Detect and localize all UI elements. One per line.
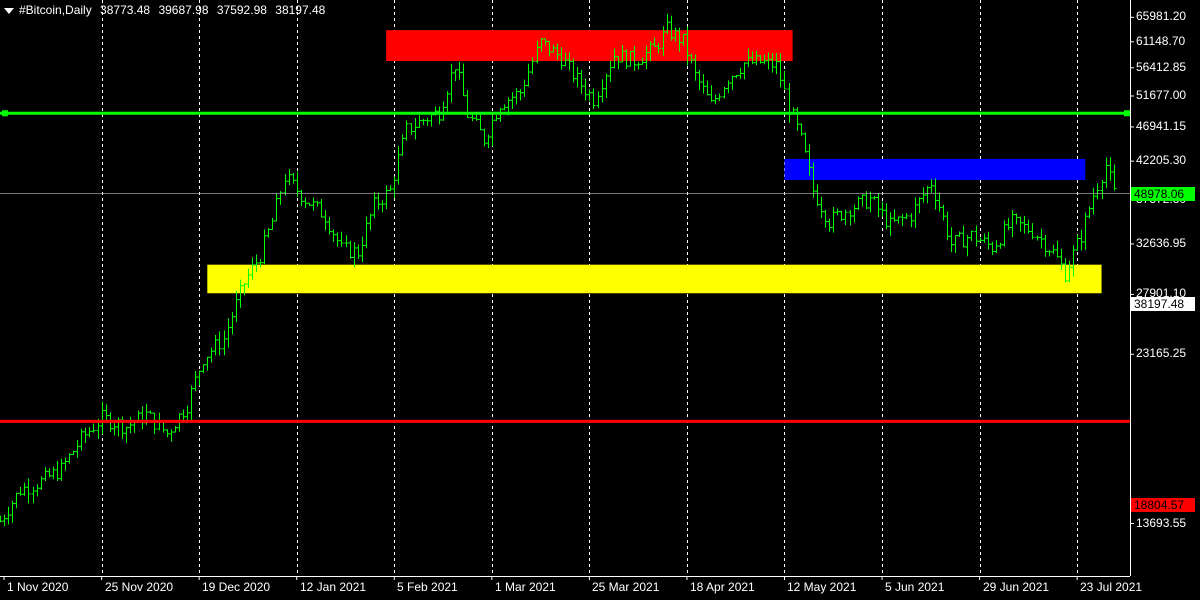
price-axis-label: 56412.85	[1136, 59, 1187, 74]
price-chart[interactable]	[0, 0, 1200, 600]
resistance-handle-right	[1124, 110, 1130, 117]
time-axis-label: 1 Nov 2020	[7, 580, 69, 594]
chart-header: #Bitcoin,Daily 38773.48 39687.98 37592.9…	[4, 3, 330, 17]
price-axis-label: 65981.20	[1136, 9, 1187, 24]
red-zone	[386, 30, 793, 62]
ohlc-high: 39687.98	[158, 3, 209, 17]
time-axis-label: 12 May 2021	[787, 580, 857, 594]
ohlc-low: 37592.98	[216, 3, 267, 17]
time-axis-label: 5 Feb 2021	[397, 580, 458, 594]
current-price-tag: 38197.48	[1131, 297, 1195, 311]
price-axis-label: 42205.30	[1136, 153, 1187, 168]
time-axis-label: 5 Jun 2021	[885, 580, 945, 594]
price-axis-label: 51677.00	[1136, 87, 1187, 102]
support-price-tag: 18804.57	[1131, 498, 1195, 512]
yellow-zone	[207, 264, 1102, 294]
time-axis-label: 25 Nov 2020	[105, 580, 174, 594]
price-axis-label: 61148.70	[1136, 33, 1186, 48]
time-axis-label: 18 Apr 2021	[690, 580, 755, 594]
time-axis-label: 1 Mar 2021	[495, 580, 556, 594]
time-axis-label: 12 Jan 2021	[300, 580, 367, 594]
dropdown-triangle-icon[interactable]	[4, 7, 14, 14]
time-axis-label: 19 Dec 2020	[202, 580, 271, 594]
price-axis-label: 23165.25	[1136, 346, 1187, 361]
resistance-price-tag: 48978.06	[1131, 187, 1195, 201]
time-axis-label: 23 Jul 2021	[1080, 580, 1143, 594]
ohlc-open: 38773.48	[100, 3, 151, 17]
price-axis-label: 13693.55	[1136, 515, 1187, 530]
time-axis-label: 29 Jun 2021	[983, 580, 1050, 594]
price-axis-label: 46941.15	[1136, 118, 1187, 133]
blue-zone	[784, 158, 1086, 181]
ohlc-close: 38197.48	[275, 3, 326, 17]
symbol-label: #Bitcoin,Daily	[19, 3, 92, 17]
price-axis-label: 32636.95	[1136, 235, 1187, 250]
time-axis-label: 25 Mar 2021	[592, 580, 660, 594]
resistance-handle-left	[2, 110, 8, 117]
